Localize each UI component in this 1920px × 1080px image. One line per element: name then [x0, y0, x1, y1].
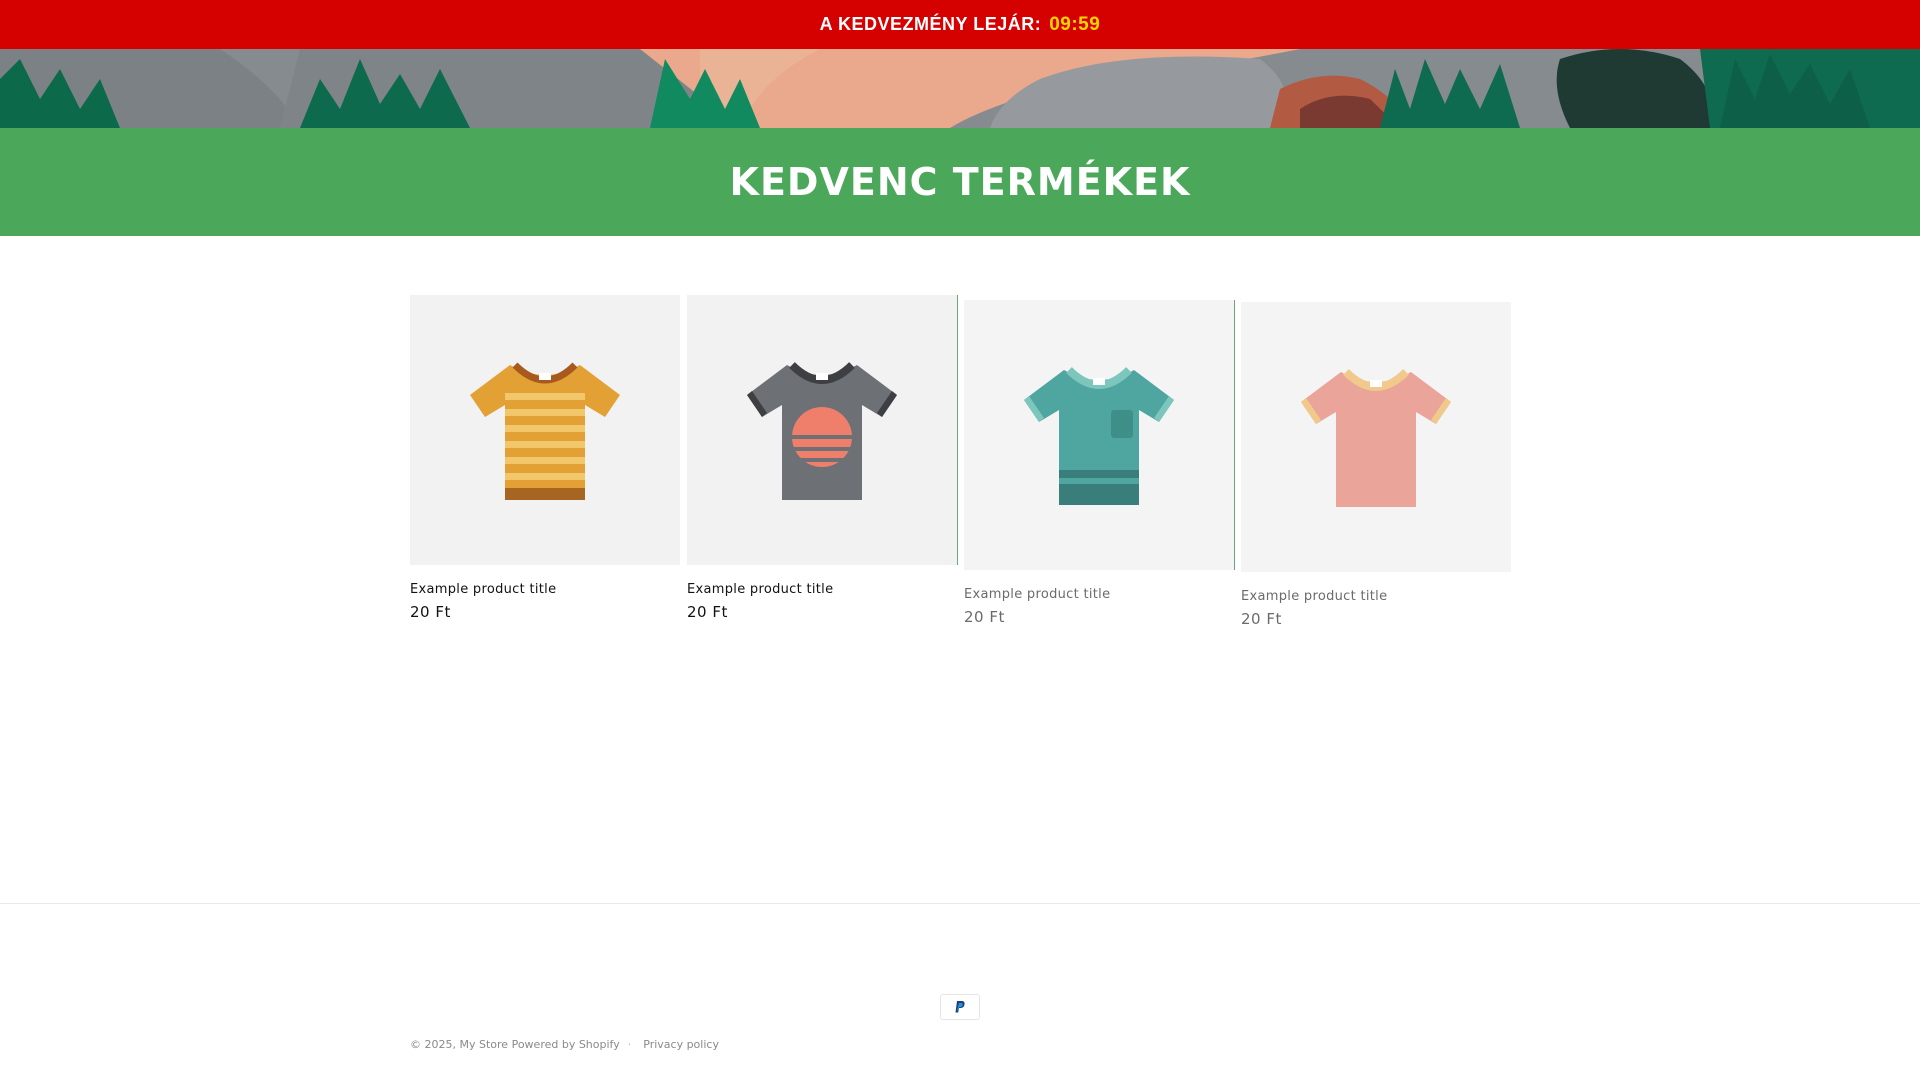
product-image[interactable]	[410, 295, 680, 565]
product-title[interactable]: Example product title	[410, 582, 680, 597]
product-title[interactable]: Example product title	[1241, 589, 1511, 604]
product-card[interactable]: Example product title 20 Ft	[964, 300, 1235, 626]
copyright-prefix: © 2025,	[410, 1038, 456, 1051]
card-divider	[957, 295, 958, 565]
landscape-illustration	[0, 49, 1920, 128]
product-image[interactable]	[687, 295, 957, 565]
product-grid: Example product title 20 Ft Example prod…	[410, 295, 1511, 635]
paypal-icon	[955, 1001, 965, 1013]
card-divider	[1234, 300, 1235, 570]
product-card[interactable]: Example product title 20 Ft	[410, 295, 680, 621]
product-price: 20 Ft	[410, 603, 451, 621]
powered-by-link[interactable]: Powered by Shopify	[512, 1038, 620, 1051]
privacy-policy-link[interactable]: Privacy policy	[643, 1038, 719, 1051]
product-card[interactable]: Example product title 20 Ft	[687, 295, 958, 621]
striped-orange-tshirt-icon	[470, 362, 620, 500]
announcement-label: A KEDVEZMÉNY LEJÁR:	[819, 14, 1042, 34]
collection-header: KEDVENC TERMÉKEK	[0, 128, 1920, 236]
product-title[interactable]: Example product title	[687, 582, 957, 597]
product-image[interactable]	[1241, 302, 1511, 572]
footer-copyright: © 2025, My Store Powered by Shopify · Pr…	[410, 1038, 719, 1051]
announcement-bar: A KEDVEZMÉNY LEJÁR: 09:59	[0, 0, 1920, 49]
product-price: 20 Ft	[1241, 610, 1282, 628]
teal-pocket-tshirt-icon	[1024, 367, 1174, 505]
separator-dot: ·	[627, 1038, 632, 1051]
product-price: 20 Ft	[964, 608, 1005, 626]
footer-divider	[0, 903, 1920, 904]
countdown-timer: 09:59	[1049, 13, 1101, 35]
product-price: 20 Ft	[687, 603, 728, 621]
payment-icons	[940, 994, 980, 1020]
product-card[interactable]: Example product title 20 Ft	[1241, 302, 1511, 628]
product-image[interactable]	[964, 300, 1234, 570]
collection-title: KEDVENC TERMÉKEK	[729, 160, 1191, 204]
collection-banner-image	[0, 49, 1920, 128]
product-title[interactable]: Example product title	[964, 587, 1234, 602]
gray-sunset-tshirt-icon	[747, 362, 897, 500]
pink-tshirt-icon	[1301, 369, 1451, 507]
store-name-link[interactable]: My Store	[460, 1038, 509, 1051]
